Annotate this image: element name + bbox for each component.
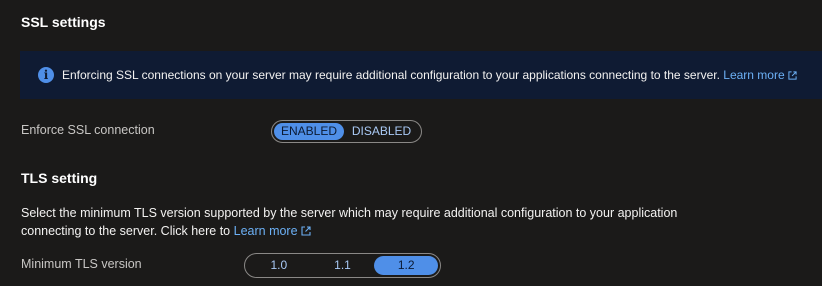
toggle-enabled-option[interactable]: ENABLED — [274, 123, 344, 140]
banner-text-container: Enforcing SSL connections on your server… — [62, 68, 797, 82]
tls-learn-more-label: Learn more — [233, 224, 298, 238]
tls-learn-more-link[interactable]: Learn more — [234, 224, 311, 238]
external-link-icon — [788, 71, 797, 80]
tls-description-text: Select the minimum TLS version supported… — [21, 206, 678, 238]
tls-setting-title: TLS setting — [21, 170, 98, 186]
info-banner: i Enforcing SSL connections on your serv… — [20, 51, 822, 99]
tls-description: Select the minimum TLS version supported… — [21, 204, 741, 240]
external-link-icon — [301, 226, 311, 236]
tls-version-1-1-option[interactable]: 1.1 — [311, 256, 375, 275]
tls-version-1-0-option[interactable]: 1.0 — [247, 256, 311, 275]
min-tls-version-label: Minimum TLS version — [21, 257, 142, 271]
banner-learn-more-link[interactable]: Learn more — [723, 68, 797, 82]
tls-version-1-2-option[interactable]: 1.2 — [374, 256, 439, 275]
info-icon: i — [38, 67, 54, 83]
banner-learn-more-label: Learn more — [723, 68, 785, 82]
ssl-settings-title: SSL settings — [21, 14, 106, 30]
enforce-ssl-label: Enforce SSL connection — [21, 123, 155, 137]
tls-version-selector[interactable]: 1.0 1.1 1.2 — [244, 253, 441, 278]
banner-text: Enforcing SSL connections on your server… — [62, 68, 720, 82]
toggle-disabled-option[interactable]: DISABLED — [344, 123, 419, 140]
enforce-ssl-toggle[interactable]: ENABLED DISABLED — [271, 120, 422, 143]
